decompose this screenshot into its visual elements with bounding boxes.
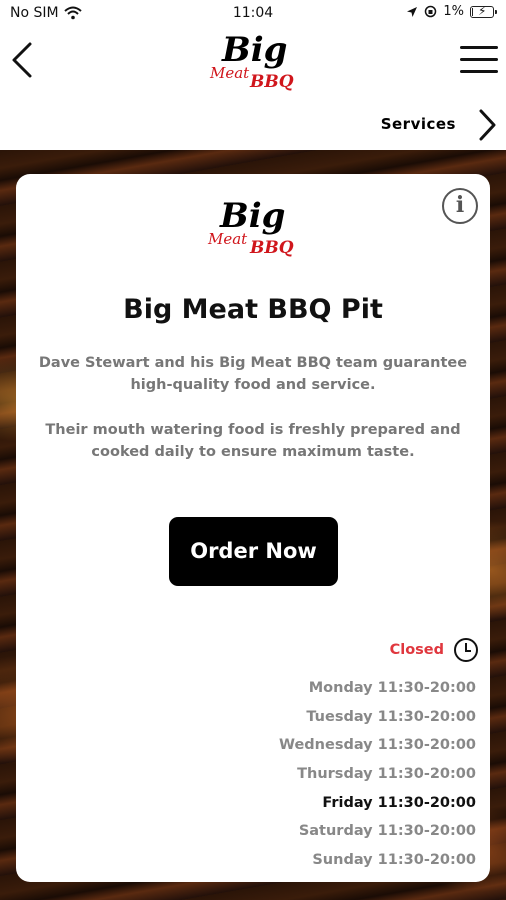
restaurant-card: i Big Meat BBQ Big Meat BBQ Pit Dave Ste… (16, 174, 490, 882)
info-icon[interactable]: i (442, 188, 478, 224)
description-paragraph-2: Their mouth watering food is freshly pre… (45, 422, 461, 460)
battery-icon: ⚡ (470, 3, 497, 18)
location-arrow-icon (407, 6, 418, 17)
services-nav[interactable]: Services (0, 100, 506, 150)
clock-icon[interactable] (454, 638, 478, 662)
status-badge: Closed (389, 642, 444, 658)
logo-bbq-text: BBQ (250, 72, 294, 92)
brand-logo[interactable]: Big Meat BBQ (210, 32, 302, 94)
status-right: 1% ⚡ (406, 3, 497, 19)
charging-bolt-icon: ⚡ (478, 3, 487, 18)
battery-fill (472, 7, 473, 16)
status-bar: No SIM 11:04 1% ⚡ (0, 0, 506, 28)
card-logo-big-text: Big (220, 196, 286, 236)
hours-sunday: Sunday 11:30-20:00 (312, 852, 476, 869)
hours-tuesday: Tuesday 11:30-20:00 (306, 708, 476, 725)
description-paragraph-1: Dave Stewart and his Big Meat BBQ team g… (38, 355, 468, 393)
battery-percent: 1% (443, 4, 464, 19)
hours-thursday: Thursday 11:30-20:00 (297, 766, 476, 783)
hours-monday: Monday 11:30-20:00 (308, 680, 476, 696)
hours-wednesday: Wednesday 11:30-20:00 (278, 737, 476, 754)
restaurant-title: Big Meat BBQ Pit (123, 294, 383, 325)
card-logo-meat-text: Meat (208, 230, 248, 248)
hamburger-menu-icon[interactable] (460, 46, 498, 76)
hours-saturday: Saturday 11:30-20:00 (298, 823, 476, 840)
card-logo: Big Meat BBQ (208, 198, 304, 266)
logo-big-text: Big (222, 30, 288, 70)
app-header: Big Meat BBQ (0, 28, 506, 100)
chevron-left-icon[interactable] (8, 40, 38, 80)
orientation-lock-icon (425, 5, 437, 18)
opening-hours-list: Monday 11:30-20:00 Tuesday 11:30-20:00 W… (279, 674, 476, 875)
card-logo-bbq-text: BBQ (250, 238, 294, 258)
logo-meat-text: Meat (210, 64, 250, 82)
services-link[interactable]: Services (381, 115, 456, 133)
hours-friday: Friday 11:30-20:00 (322, 794, 476, 811)
chevron-right-icon[interactable] (476, 108, 498, 142)
open-status: Closed (390, 638, 478, 662)
order-now-button[interactable]: Order Now (169, 517, 338, 586)
